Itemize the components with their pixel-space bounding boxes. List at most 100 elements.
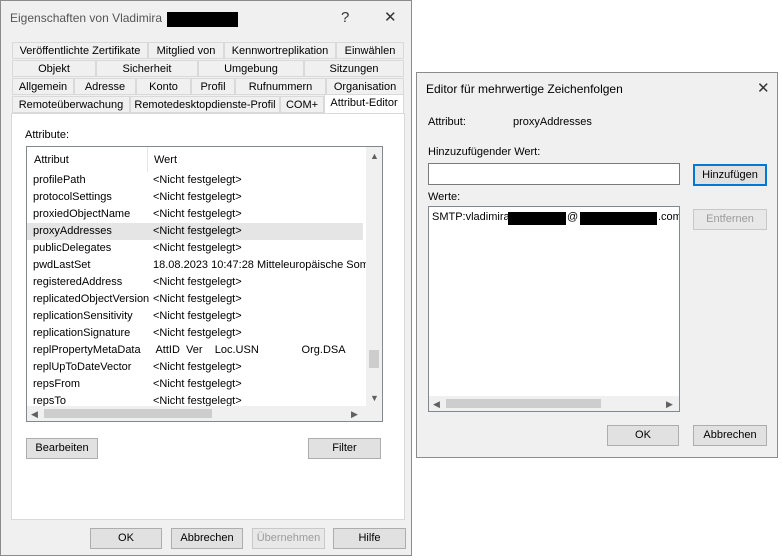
tab-member-of[interactable]: Mitglied von [148, 42, 224, 59]
tab-general[interactable]: Allgemein [12, 78, 74, 95]
attribute-name: proxyAddresses [33, 225, 112, 237]
value-to-add-input[interactable] [428, 163, 680, 185]
attribute-name: replicationSignature [33, 327, 131, 339]
attribute-list[interactable]: Attribut Wert profilePath <Nicht festgele… [26, 146, 383, 422]
tab-security[interactable]: Sicherheit [96, 60, 198, 77]
attribute-value: <Nicht festgelegt> [153, 310, 242, 322]
attribute-value: <Nicht festgelegt> [153, 293, 242, 305]
edit-button[interactable]: Bearbeiten [26, 438, 98, 459]
attributes-label: Attribute: [25, 129, 70, 141]
scroll-up-arrow[interactable]: ▲ [370, 151, 379, 161]
tab-password-replication[interactable]: Kennwortreplikation [224, 42, 336, 59]
attribute-name: replicatedObjectVersion [33, 293, 150, 305]
tab-rds-profile[interactable]: Remotedesktopdienste-Profil [130, 96, 280, 113]
vertical-scroll-thumb[interactable] [369, 350, 379, 368]
editor-ok-button[interactable]: OK [607, 425, 679, 446]
tab-phone-numbers[interactable]: Rufnummern [235, 78, 326, 95]
values-label: Werte: [428, 191, 461, 203]
attribute-value: <Nicht festgelegt> [153, 225, 242, 237]
attribute-row[interactable]: proxiedObjectName <Nicht festgelegt> [27, 206, 363, 223]
attribute-row[interactable]: registeredAddress <Nicht festgelegt> [27, 274, 363, 291]
value-to-add-label: Hinzuzufügender Wert: [428, 146, 541, 158]
properties-window: Eigenschaften von Vladimira ? ✕ Veröffen… [0, 0, 412, 556]
attribute-value: <Nicht festgelegt> [153, 327, 242, 339]
add-button[interactable]: Hinzufügen [693, 164, 767, 186]
attribute-editor-panel: Attribute: Attribut Wert profilePath <Nic… [11, 113, 405, 520]
values-scroll-thumb[interactable] [446, 399, 601, 408]
attribute-row[interactable]: repsFrom <Nicht festgelegt> [27, 376, 363, 393]
ok-button[interactable]: OK [90, 528, 162, 549]
attribute-row[interactable]: protocolSettings <Nicht festgelegt> [27, 189, 363, 206]
attribute-name: profilePath [33, 174, 86, 186]
attribute-value: <Nicht festgelegt> [153, 174, 242, 186]
attribute-row[interactable]: replicationSignature <Nicht festgelegt> [27, 325, 363, 342]
tab-organization[interactable]: Organisation [326, 78, 404, 95]
editor-close-icon[interactable]: ✕ [757, 79, 770, 97]
attribute-rows: profilePath <Nicht festgelegt> protocolSet… [27, 172, 366, 406]
attribute-value: AttID Ver Loc.USN Org.DSA [153, 344, 346, 356]
value-prefix: SMTP:vladimira [432, 211, 510, 223]
attribute-name: repsTo [33, 395, 67, 406]
values-scroll-right-arrow[interactable]: ▶ [666, 399, 673, 409]
tab-sessions[interactable]: Sitzungen [304, 60, 404, 77]
scroll-left-arrow[interactable]: ◀ [31, 409, 38, 419]
attribute-row[interactable]: pwdLastSet 18.08.2023 10:47:28 Mitteleuro… [27, 257, 366, 274]
apply-button[interactable]: Übernehmen [252, 528, 325, 549]
horizontal-scrollbar[interactable]: ◀ ▶ [27, 406, 366, 421]
attribute-label: Attribut: [428, 116, 466, 128]
attribute-row[interactable]: publicDelegates <Nicht festgelegt> [27, 240, 363, 257]
attribute-value: <Nicht festgelegt> [153, 208, 242, 220]
tab-address[interactable]: Adresse [74, 78, 136, 95]
scroll-right-arrow[interactable]: ▶ [351, 409, 358, 419]
tab-environment[interactable]: Umgebung [198, 60, 304, 77]
vertical-scrollbar[interactable]: ▲ ▼ [366, 147, 382, 406]
attribute-value: proxyAddresses [513, 116, 592, 128]
window-title: Eigenschaften von Vladimira [10, 11, 163, 25]
tab-profile[interactable]: Profil [191, 78, 235, 95]
values-scroll-left-arrow[interactable]: ◀ [433, 399, 440, 409]
filter-button[interactable]: Filter [308, 438, 381, 459]
scrollbar-corner [366, 406, 382, 421]
scroll-down-arrow[interactable]: ▼ [370, 393, 379, 403]
editor-title: Editor für mehrwertige Zeichenfolgen [426, 82, 623, 96]
column-header-value[interactable]: Wert [154, 154, 177, 166]
attribute-row[interactable]: replPropertyMetaData AttID Ver Loc.USN O… [27, 342, 363, 359]
attribute-row[interactable]: replicationSensitivity <Nicht festgelegt> [27, 308, 363, 325]
value-suffix: .com [658, 211, 680, 223]
attribute-name: proxiedObjectName [33, 208, 131, 220]
redacted-value-1 [508, 212, 566, 225]
tab-attribute-editor[interactable]: Attribut-Editor [324, 94, 404, 113]
attribute-value: <Nicht festgelegt> [153, 191, 242, 203]
attribute-name: publicDelegates [33, 242, 112, 254]
attribute-name: replicationSensitivity [33, 310, 133, 322]
help-button[interactable]: Hilfe [333, 528, 406, 549]
attribute-row[interactable]: proxyAddresses <Nicht festgelegt> [27, 223, 363, 240]
tab-account[interactable]: Konto [136, 78, 191, 95]
attribute-value: <Nicht festgelegt> [153, 378, 242, 390]
attribute-name: pwdLastSet [33, 259, 91, 271]
tab-remote-control[interactable]: Remoteüberwachung [12, 96, 130, 113]
value-at-sign: @ [567, 211, 579, 223]
editor-cancel-button[interactable]: Abbrechen [693, 425, 767, 446]
attribute-value: 18.08.2023 10:47:28 Mitteleuropäische So… [153, 259, 366, 271]
attribute-value: <Nicht festgelegt> [153, 395, 242, 406]
tab-published-certificates[interactable]: Veröffentlichte Zertifikate [12, 42, 148, 59]
tab-dial-in[interactable]: Einwählen [336, 42, 404, 59]
help-title-button[interactable]: ? [341, 9, 349, 26]
column-header-attribute[interactable]: Attribut [34, 154, 69, 166]
remove-button[interactable]: Entfernen [693, 209, 767, 230]
attribute-value: <Nicht festgelegt> [153, 242, 242, 254]
attribute-row[interactable]: repsTo <Nicht festgelegt> [27, 393, 363, 406]
attribute-row[interactable]: profilePath <Nicht festgelegt> [27, 172, 363, 189]
tab-object[interactable]: Objekt [12, 60, 96, 77]
attribute-row[interactable]: replUpToDateVector <Nicht festgelegt> [27, 359, 363, 376]
close-icon[interactable]: ✕ [384, 8, 397, 26]
values-list[interactable]: SMTP:vladimira @ .com ◀ ▶ [428, 206, 680, 412]
attribute-name: repsFrom [33, 378, 81, 390]
values-horizontal-scrollbar[interactable]: ◀ ▶ [429, 396, 679, 411]
horizontal-scroll-thumb[interactable] [44, 409, 212, 418]
values-list-item[interactable]: SMTP:vladimira [432, 211, 510, 225]
attribute-row[interactable]: replicatedObjectVersion <Nicht festgelegt… [27, 291, 363, 308]
cancel-button[interactable]: Abbrechen [171, 528, 243, 549]
tab-com-plus[interactable]: COM+ [280, 96, 324, 113]
